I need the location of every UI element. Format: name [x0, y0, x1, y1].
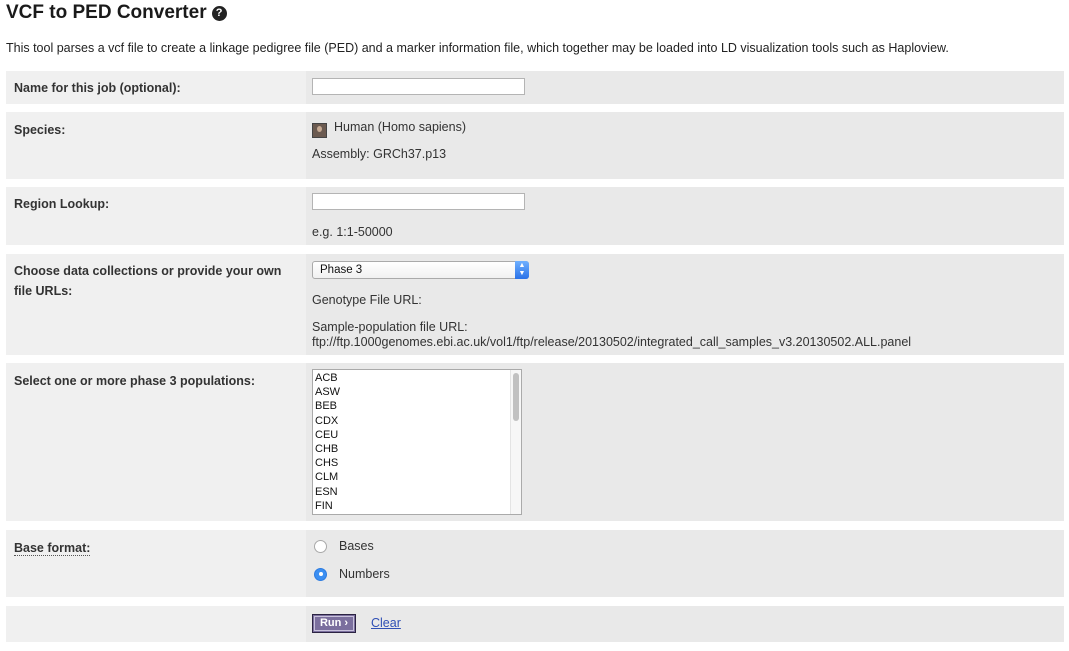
- collection-select-value: Phase 3: [320, 264, 363, 276]
- collections-label: Choose data collections or provide your …: [14, 264, 282, 298]
- assembly-text: Assembly: GRCh37.p13: [312, 147, 447, 161]
- region-example: e.g. 1:1-50000: [312, 225, 393, 239]
- population-option[interactable]: ASW: [315, 385, 521, 399]
- region-input[interactable]: [312, 193, 525, 210]
- select-arrows-icon: ▲ ▼: [515, 261, 529, 279]
- genotype-url-label: Genotype File URL:: [312, 293, 422, 307]
- species-field-cell: Human (Homo sapiens) Assembly: GRCh37.p1…: [306, 112, 1064, 179]
- populations-label: Select one or more phase 3 populations:: [14, 374, 256, 388]
- population-option[interactable]: FIN: [315, 499, 521, 513]
- base-format-row: Base format: Bases Numbers: [6, 530, 1064, 597]
- collections-row: Choose data collections or provide your …: [6, 254, 1064, 355]
- population-option[interactable]: CEU: [315, 428, 521, 442]
- job-name-row: Name for this job (optional):: [6, 71, 1064, 104]
- population-option[interactable]: ACB: [315, 371, 521, 385]
- job-name-input[interactable]: [312, 78, 525, 95]
- radio-numbers-label: Numbers: [339, 567, 390, 581]
- sample-url-label: Sample-population file URL:: [312, 320, 468, 334]
- run-button[interactable]: Run ›: [312, 614, 356, 633]
- populations-list: ACB ASW BEB CDX CEU CHB CHS CLM ESN FIN: [313, 370, 521, 513]
- listbox-scrollbar[interactable]: [510, 370, 521, 514]
- population-option[interactable]: CHB: [315, 442, 521, 456]
- species-label: Species:: [14, 123, 66, 137]
- population-option[interactable]: CHS: [315, 456, 521, 470]
- listbox-scroll-thumb[interactable]: [513, 373, 519, 421]
- job-name-field-cell: [306, 71, 1064, 104]
- populations-field-cell: ACB ASW BEB CDX CEU CHB CHS CLM ESN FIN: [306, 363, 1064, 521]
- population-option[interactable]: BEB: [315, 399, 521, 413]
- base-format-label: Base format:: [14, 541, 91, 556]
- page-title-text: VCF to PED Converter: [6, 2, 207, 23]
- radio-numbers-input[interactable]: [314, 567, 327, 581]
- human-species-icon: [312, 123, 327, 138]
- actions-label-cell: [6, 606, 306, 642]
- radio-numbers[interactable]: Numbers: [314, 567, 390, 581]
- page-title: VCF to PED Converter ?: [6, 2, 227, 24]
- clear-link[interactable]: Clear: [371, 616, 401, 630]
- populations-listbox[interactable]: ACB ASW BEB CDX CEU CHB CHS CLM ESN FIN: [312, 369, 522, 515]
- radio-bases[interactable]: Bases: [314, 539, 374, 553]
- collection-select[interactable]: Phase 3 ▲ ▼: [312, 261, 529, 279]
- radio-bases-label: Bases: [339, 539, 374, 553]
- actions-row: Run › Clear: [6, 606, 1064, 642]
- region-field-cell: e.g. 1:1-50000: [306, 187, 1064, 245]
- species-row: Species: Human (Homo sapiens) Assembly: …: [6, 112, 1064, 179]
- base-format-field-cell: Bases Numbers: [306, 530, 1064, 597]
- population-option[interactable]: ESN: [315, 485, 521, 499]
- tool-description: This tool parses a vcf file to create a …: [6, 41, 949, 55]
- population-option[interactable]: CLM: [315, 470, 521, 484]
- region-label: Region Lookup:: [14, 197, 110, 211]
- population-option[interactable]: CDX: [315, 414, 521, 428]
- radio-bases-input[interactable]: [314, 539, 327, 553]
- actions-field-cell: Run › Clear: [306, 606, 1064, 642]
- sample-url-value: ftp://ftp.1000genomes.ebi.ac.uk/vol1/ftp…: [312, 335, 912, 349]
- species-name: Human (Homo sapiens): [334, 120, 466, 134]
- collections-field-cell: Phase 3 ▲ ▼ Genotype File URL: Sample-pop…: [306, 254, 1064, 355]
- region-row: Region Lookup: e.g. 1:1-50000: [6, 187, 1064, 245]
- base-format-label-cell: Base format:: [6, 530, 306, 597]
- help-icon[interactable]: ?: [211, 5, 227, 21]
- job-name-label: Name for this job (optional):: [14, 81, 181, 95]
- populations-row: Select one or more phase 3 populations: …: [6, 363, 1064, 521]
